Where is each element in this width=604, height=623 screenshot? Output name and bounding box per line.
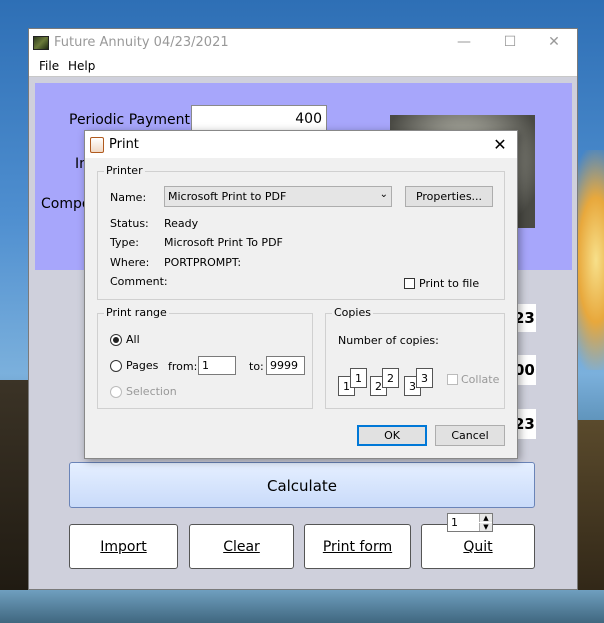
cancel-button[interactable]: Cancel (435, 425, 505, 446)
from-input[interactable]: 1 (198, 356, 236, 375)
number-of-copies-label: Number of copies: (338, 334, 439, 347)
pages-radio[interactable] (110, 360, 122, 372)
menu-help[interactable]: Help (68, 59, 95, 73)
menu-file[interactable]: File (39, 59, 59, 73)
where-label: Where: (110, 256, 150, 269)
clear-button[interactable]: Clear (189, 524, 294, 569)
printer-group-title: Printer (104, 164, 145, 177)
minimize-button[interactable]: — (441, 29, 487, 56)
app-icon (33, 36, 49, 50)
copies-spinner[interactable]: 1 ▲ ▼ (447, 513, 493, 532)
title-bar[interactable]: Future Annuity 04/23/2021 — ☐ ✕ (29, 29, 577, 56)
close-button[interactable]: ✕ (531, 29, 577, 56)
to-input[interactable]: 9999 (266, 356, 305, 375)
from-label: from: (168, 360, 198, 373)
print-to-file-checkbox[interactable] (404, 278, 415, 289)
print-range-title: Print range (104, 306, 169, 319)
chevron-down-icon: ⌄ (379, 189, 388, 200)
status-value: Ready (164, 217, 199, 230)
print-range-group: Print range All Pages from: 1 to: 9999 S… (97, 306, 313, 409)
collate-page-icon: 3 (416, 368, 433, 388)
collate-label: Collate (461, 373, 500, 386)
maximize-button[interactable]: ☐ (487, 29, 533, 56)
import-button[interactable]: Import (69, 524, 178, 569)
comment-label: Comment: (110, 275, 168, 288)
name-label: Name: (110, 191, 147, 204)
all-radio[interactable] (110, 334, 122, 346)
ok-button[interactable]: OK (357, 425, 427, 446)
desktop-rock-left (0, 380, 30, 623)
desktop-water (0, 590, 604, 623)
print-dialog-title: Print (109, 137, 139, 152)
window-title: Future Annuity 04/23/2021 (54, 35, 229, 50)
copies-group: Copies Number of copies: 1 ▲ ▼ 1 1 2 2 3… (325, 306, 505, 532)
periodic-payment-field[interactable]: 400 (191, 105, 327, 133)
copies-title: Copies (332, 306, 373, 319)
print-dialog: Print ✕ Printer Name: Microsoft Print to… (84, 130, 518, 532)
to-label: to: (249, 360, 264, 373)
printer-group: Printer Name: Microsoft Print to PDF ⌄ P… (97, 164, 505, 300)
status-label: Status: (110, 217, 149, 230)
printer-name-select[interactable]: Microsoft Print to PDF ⌄ (164, 186, 392, 207)
spin-up-icon[interactable]: ▲ (479, 514, 492, 522)
pages-label: Pages (126, 359, 159, 372)
menu-bar: File Help (29, 56, 577, 77)
periodic-payment-label: Periodic Payment: (69, 112, 195, 128)
print-form-button[interactable]: Print form (304, 524, 411, 569)
printer-name-value: Microsoft Print to PDF (168, 190, 287, 203)
type-value: Microsoft Print To PDF (164, 236, 283, 249)
selection-label: Selection (126, 385, 177, 398)
print-dialog-close-icon[interactable]: ✕ (483, 131, 517, 158)
collate-page-icon: 1 (350, 368, 367, 388)
calculate-button[interactable]: Calculate (69, 462, 535, 508)
java-icon (90, 137, 104, 153)
properties-button[interactable]: Properties... (405, 186, 493, 207)
spin-down-icon[interactable]: ▼ (479, 523, 492, 531)
copies-value: 1 (451, 516, 458, 529)
print-to-file-label: Print to file (419, 277, 480, 290)
all-label: All (126, 333, 140, 346)
where-value: PORTPROMPT: (164, 256, 242, 269)
selection-radio[interactable] (110, 386, 122, 398)
collate-checkbox[interactable] (447, 374, 458, 385)
print-dialog-title-bar[interactable]: Print ✕ (85, 131, 517, 158)
collate-page-icon: 2 (382, 368, 399, 388)
type-label: Type: (110, 236, 139, 249)
